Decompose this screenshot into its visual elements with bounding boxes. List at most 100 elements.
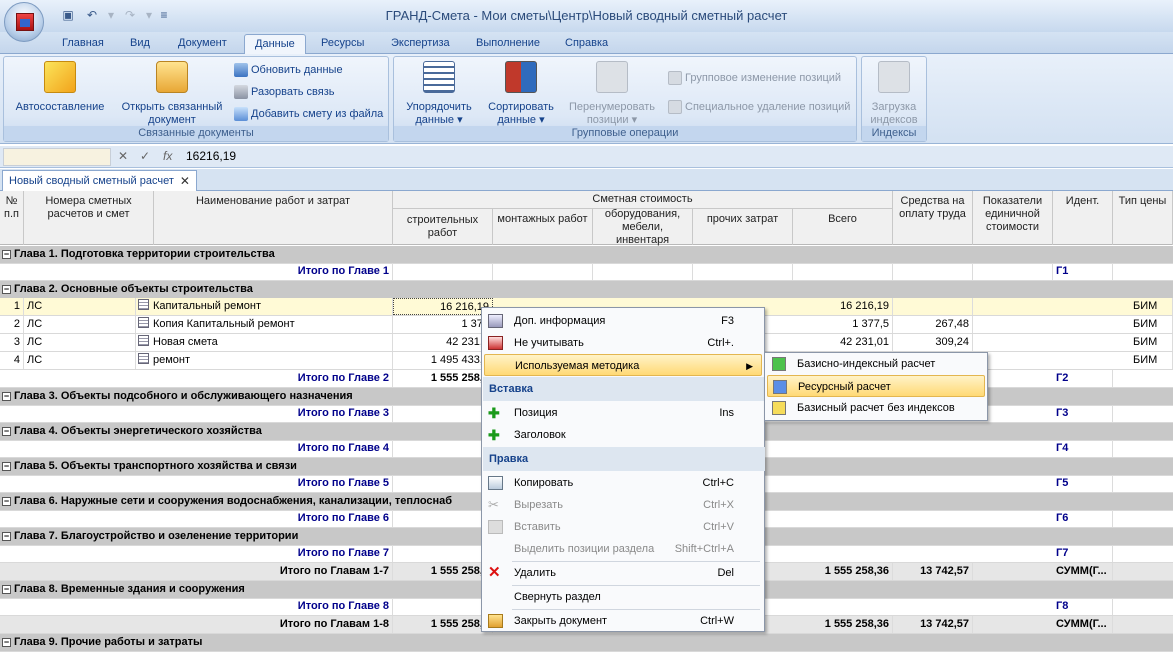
ignore-icon: [488, 336, 503, 350]
col-header-mount[interactable]: монтажных работ: [493, 209, 593, 245]
col-header-ident[interactable]: Идент.: [1053, 191, 1113, 245]
collapse-icon[interactable]: −: [2, 532, 11, 541]
selected-cell[interactable]: 16 216,19: [393, 298, 493, 315]
col-header-name[interactable]: Наименование работ и затрат: [154, 191, 393, 245]
col-header-cost[interactable]: Сметная стоимость: [393, 191, 893, 209]
basis-index-icon: [772, 357, 786, 371]
app-menu-button[interactable]: [4, 2, 44, 42]
name-box[interactable]: [3, 148, 111, 166]
tab-data[interactable]: Данные: [244, 34, 306, 55]
col-header-equipment[interactable]: оборудования, мебели, инвентаря: [593, 208, 693, 246]
sort-data-button[interactable]: Сортировать данные ▾: [482, 61, 560, 127]
menu-section-edit: Правка: [483, 447, 765, 471]
submenu-item-basis-no-index[interactable]: Базисный расчет без индексов: [767, 397, 985, 419]
col-header-other[interactable]: прочих затрат: [693, 209, 793, 245]
chapter-row[interactable]: − Глава 9. Прочие работы и затраты: [0, 634, 1173, 652]
col-header-estimate-numbers[interactable]: Номера сметных расчетов и смет: [24, 191, 154, 245]
add-estimate-from-file-button[interactable]: Добавить смету из файла: [234, 105, 383, 123]
menu-section-insert: Вставка: [483, 377, 765, 401]
renumber-icon: [596, 61, 628, 93]
auto-compose-icon: [44, 61, 76, 93]
accept-edit-icon[interactable]: ✓: [140, 149, 150, 163]
renumber-positions-button[interactable]: Перенумеровать позиции ▾: [564, 61, 660, 127]
col-header-total[interactable]: Всего: [793, 209, 893, 245]
document-tab[interactable]: Новый сводный сметный расчет ✕: [2, 170, 197, 191]
special-delete-icon: [668, 100, 682, 114]
group-linked-documents: Автосоставление Открыть связанный докуме…: [3, 56, 389, 142]
cancel-edit-icon[interactable]: ✕: [118, 149, 128, 163]
group-label-linked-documents: Связанные документы: [4, 126, 388, 141]
menu-item-extra-info[interactable]: Доп. информация F3: [484, 310, 762, 332]
collapse-icon[interactable]: −: [2, 285, 11, 294]
col-header-price-type[interactable]: Тип цены: [1113, 191, 1173, 245]
menu-item-collapse-section[interactable]: Свернуть раздел: [484, 586, 762, 608]
window-title: ГРАНД-Смета - Мои сметы\Центр\Новый свод…: [385, 8, 788, 23]
collapse-icon[interactable]: −: [2, 585, 11, 594]
collapse-icon[interactable]: −: [2, 497, 11, 506]
submenu-arrow-icon: ▶: [746, 361, 753, 371]
add-file-icon: [234, 107, 248, 121]
estimate-sheet-icon: [138, 335, 149, 346]
estimate-sheet-icon: [138, 353, 149, 364]
document-tab-bar: Новый сводный сметный расчет ✕: [0, 169, 1173, 191]
col-header-wage[interactable]: Средства на оплату труда: [893, 191, 973, 245]
chapter-total-row[interactable]: Итого по Главе 1 Г1: [0, 263, 1173, 281]
auto-compose-button[interactable]: Автосоставление: [12, 61, 108, 114]
menu-item-ignore[interactable]: Не учитывать Ctrl+.: [484, 332, 762, 354]
formula-bar: ✕ ✓ fx 16216,19: [0, 146, 1173, 168]
add-position-icon: ✚: [488, 405, 500, 421]
submenu-item-basis-index[interactable]: Базисно-индексный расчет: [767, 353, 985, 375]
menu-item-delete[interactable]: ✕ Удалить Del: [484, 562, 762, 584]
load-indexes-button[interactable]: Загрузка индексов: [864, 61, 924, 127]
add-heading-icon: ✚: [488, 427, 500, 443]
function-icon[interactable]: fx: [163, 149, 172, 163]
chapter-row[interactable]: − Глава 1. Подготовка территории строител…: [0, 246, 1173, 264]
tab-home[interactable]: Главная: [52, 34, 114, 54]
menu-item-heading[interactable]: ✚ Заголовок: [484, 424, 762, 446]
resource-icon: [773, 380, 787, 394]
menu-item-close-document[interactable]: Закрыть документ Ctrl+W: [484, 610, 762, 632]
tab-execution[interactable]: Выполнение: [466, 34, 550, 54]
estimate-sheet-icon: [138, 299, 149, 310]
formula-value[interactable]: 16216,19: [186, 149, 236, 163]
group-change-positions-button[interactable]: Групповое изменение позиций: [668, 69, 841, 87]
tab-help[interactable]: Справка: [555, 34, 618, 54]
group-label-indexes: Индексы: [862, 126, 926, 141]
col-header-unit-cost[interactable]: Показатели единичной стоимости: [973, 191, 1053, 245]
title-bar: ▣ ↶ ▾ ↷ ▾ ≡ ГРАНД-Смета - Мои сметы\Цент…: [0, 0, 1173, 42]
open-linked-document-button[interactable]: Открыть связанный документ: [116, 61, 228, 127]
menu-item-method[interactable]: Используемая методика ▶: [484, 354, 762, 376]
break-link-button[interactable]: Разорвать связь: [234, 83, 335, 101]
submenu-item-resource[interactable]: Ресурсный расчет: [767, 375, 985, 397]
close-tab-icon[interactable]: ✕: [180, 171, 190, 191]
load-indexes-icon: [878, 61, 910, 93]
tab-expertise[interactable]: Экспертиза: [381, 34, 460, 54]
col-header-num[interactable]: № п.п: [0, 191, 24, 245]
order-data-button[interactable]: Упорядочить данные ▾: [400, 61, 478, 127]
special-delete-positions-button[interactable]: Специальное удаление позиций: [668, 98, 850, 116]
collapse-icon[interactable]: −: [2, 392, 11, 401]
collapse-icon[interactable]: −: [2, 462, 11, 471]
tab-view[interactable]: Вид: [120, 34, 160, 54]
update-data-button[interactable]: Обновить данные: [234, 61, 343, 79]
info-icon: [488, 314, 503, 328]
menu-item-cut[interactable]: ✂ Вырезать Ctrl+X: [484, 494, 762, 516]
group-indexes: Загрузка индексов Индексы: [861, 56, 927, 142]
sort-az-icon: [505, 61, 537, 93]
collapse-icon[interactable]: −: [2, 250, 11, 259]
folder-open-icon: [156, 61, 188, 93]
chapter-row[interactable]: − Глава 2. Основные объекты строительства: [0, 281, 1173, 299]
menu-item-copy[interactable]: Копировать Ctrl+C: [484, 472, 762, 494]
collapse-icon[interactable]: −: [2, 638, 11, 647]
col-header-build[interactable]: строительных работ: [393, 209, 493, 245]
menu-item-select-section[interactable]: Выделить позиции раздела Shift+Ctrl+A: [484, 538, 762, 560]
tab-resources[interactable]: Ресурсы: [311, 34, 374, 54]
menu-item-paste[interactable]: Вставить Ctrl+V: [484, 516, 762, 538]
menu-item-position[interactable]: ✚ Позиция Ins: [484, 402, 762, 424]
folder-close-icon: [488, 614, 503, 628]
app-logo-icon: [16, 13, 34, 31]
paste-icon: [488, 520, 503, 534]
tab-document[interactable]: Документ: [168, 34, 237, 54]
collapse-icon[interactable]: −: [2, 427, 11, 436]
group-label-group-operations: Групповые операции: [394, 126, 856, 141]
